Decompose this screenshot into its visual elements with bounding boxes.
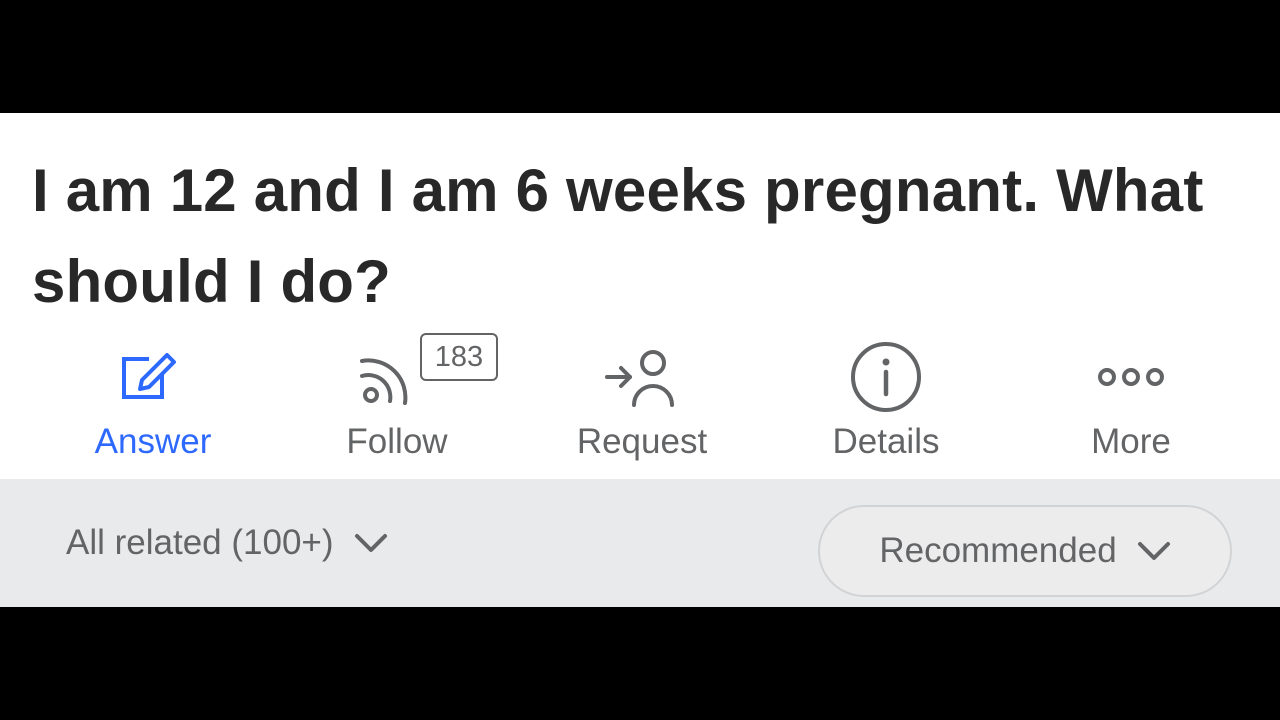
info-icon (846, 339, 926, 415)
question-title: I am 12 and I am 6 weeks pregnant. What … (32, 157, 1204, 315)
request-label: Request (576, 422, 708, 461)
video-frame: I am 12 and I am 6 weeks pregnant. What … (0, 0, 1280, 720)
chevron-down-icon (354, 534, 387, 552)
question-page: I am 12 and I am 6 weeks pregnant. What … (0, 113, 1280, 607)
request-user-icon (602, 339, 682, 415)
all-related-dropdown[interactable]: All related (100+) (66, 521, 388, 565)
more-dots-icon (1091, 339, 1171, 415)
answer-label: Answer (94, 422, 212, 461)
answers-filter-bar: All related (100+) Recommended (0, 479, 1280, 607)
all-related-label: All related (100+) (66, 523, 334, 562)
follow-label: Follow (346, 422, 448, 461)
request-button[interactable]: Request (542, 337, 742, 479)
follow-count-badge: 183 (420, 333, 498, 381)
sort-dropdown[interactable]: Recommended (818, 505, 1232, 597)
more-button[interactable]: More (1031, 337, 1231, 479)
chevron-down-icon (1137, 542, 1170, 560)
sort-label: Recommended (879, 531, 1117, 570)
answer-button[interactable]: Answer (53, 337, 253, 479)
edit-pencil-icon (113, 339, 193, 415)
details-button[interactable]: Details (786, 337, 986, 479)
details-label: Details (832, 422, 940, 461)
question-action-bar: Answer Follow Request Details More (0, 337, 1280, 479)
more-label: More (1091, 422, 1171, 461)
